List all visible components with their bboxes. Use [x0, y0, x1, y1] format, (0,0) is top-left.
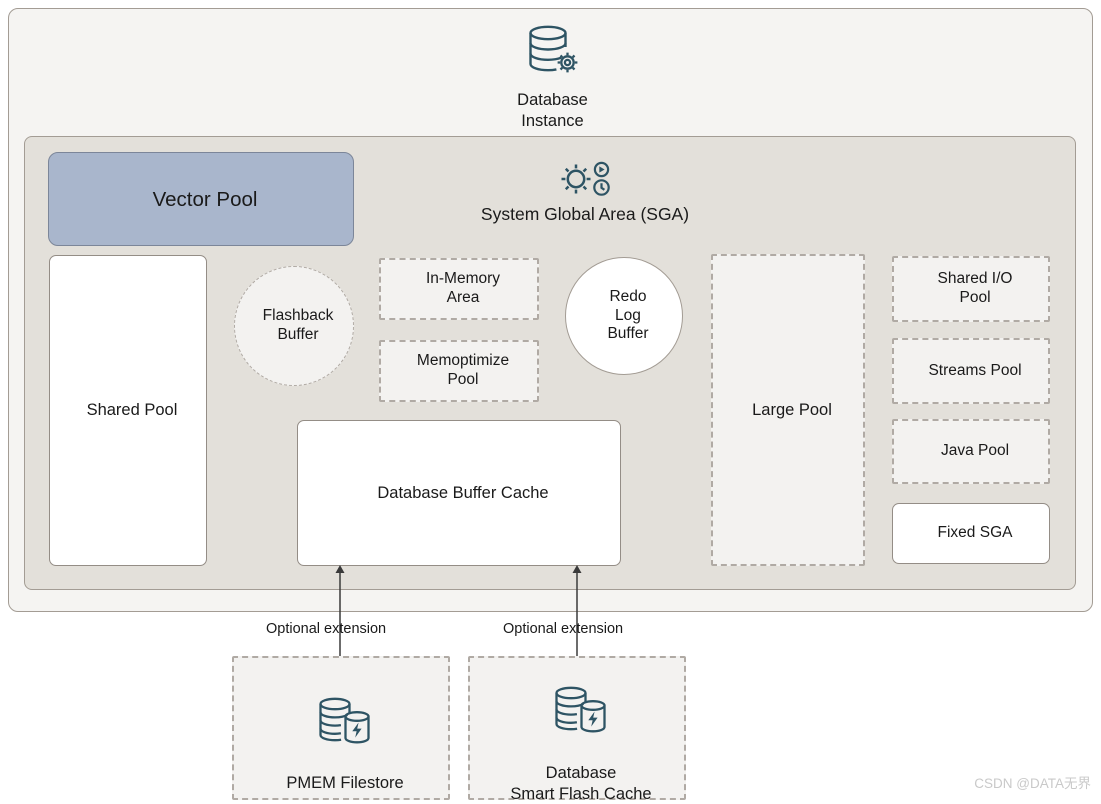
shared-pool-label: Shared Pool	[86, 401, 178, 420]
large-pool-label: Large Pool	[752, 400, 832, 419]
sga-caption: System Global Area (SGA)	[480, 204, 690, 224]
smart-flash-cache-label: Database Smart Flash Cache	[510, 763, 652, 803]
database-buffer-cache-label: Database Buffer Cache	[377, 483, 549, 502]
watermark: CSDN @DATA无界	[974, 776, 1091, 791]
shared-io-pool-label: Shared I/O Pool	[937, 270, 1013, 306]
memoptimize-pool-label: Memoptimize Pool	[416, 352, 510, 388]
in-memory-area-box[interactable]: In-Memory Area	[379, 258, 539, 320]
flashback-buffer-circle[interactable]: Flashback Buffer	[234, 266, 354, 386]
database-gear-icon	[521, 22, 585, 84]
database-buffer-cache-box[interactable]: Database Buffer Cache	[297, 420, 621, 566]
java-pool-label: Java Pool	[940, 442, 1010, 460]
java-pool-box[interactable]: Java Pool	[892, 419, 1050, 484]
optional-extension-connector-right	[562, 564, 592, 668]
database-flash-icon	[549, 664, 613, 757]
redo-log-buffer-circle[interactable]: Redo Log Buffer	[565, 257, 683, 375]
optional-extension-label-right: Optional extension	[503, 621, 624, 637]
shared-io-pool-box[interactable]: Shared I/O Pool	[892, 256, 1050, 322]
diagram-canvas: Database Instance System Global Area (SG…	[0, 0, 1101, 804]
streams-pool-label: Streams Pool	[928, 361, 1022, 379]
fixed-sga-label: Fixed SGA	[937, 524, 1013, 542]
in-memory-area-label: In-Memory Area	[425, 270, 501, 306]
memoptimize-pool-box[interactable]: Memoptimize Pool	[379, 340, 539, 402]
database-instance-header: Database Instance	[470, 22, 635, 131]
redo-log-buffer-label: Redo Log Buffer	[607, 287, 649, 343]
database-flash-icon	[313, 674, 377, 767]
fixed-sga-box[interactable]: Fixed SGA	[892, 503, 1050, 564]
gear-clock-icon	[556, 158, 614, 200]
pmem-filestore-box[interactable]: PMEM Filestore	[232, 656, 450, 800]
optional-extension-connector-left	[325, 564, 355, 668]
smart-flash-cache-box[interactable]: Database Smart Flash Cache	[468, 656, 686, 803]
shared-pool-box[interactable]: Shared Pool	[49, 255, 207, 566]
large-pool-box[interactable]: Large Pool	[711, 254, 865, 566]
pmem-filestore-label: PMEM Filestore	[286, 774, 404, 793]
flashback-buffer-label: Flashback Buffer	[262, 307, 334, 343]
sga-header: System Global Area (SGA)	[430, 158, 740, 226]
optional-extension-label-left: Optional extension	[266, 621, 387, 637]
vector-pool-box[interactable]: Vector Pool	[48, 152, 354, 246]
database-instance-caption: Database Instance	[517, 91, 588, 130]
streams-pool-box[interactable]: Streams Pool	[892, 338, 1050, 404]
vector-pool-label: Vector Pool	[152, 187, 258, 211]
